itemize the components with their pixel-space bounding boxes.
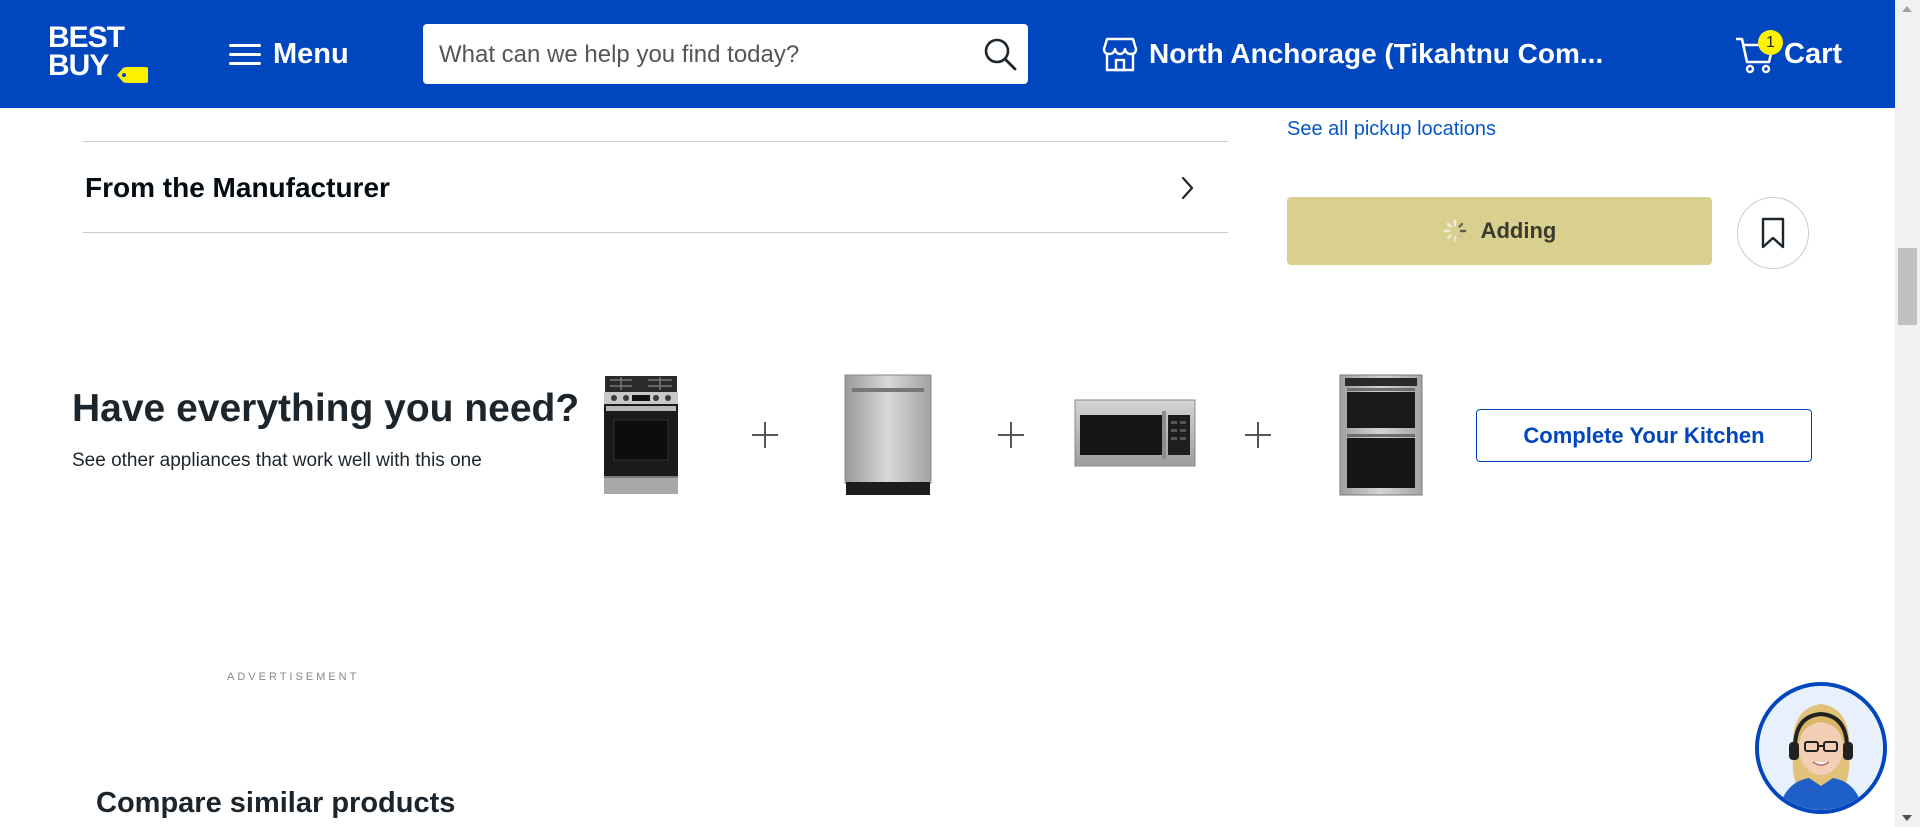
complete-your-kitchen-button[interactable]: Complete Your Kitchen [1476, 409, 1812, 462]
logo-line-1: BEST [48, 21, 125, 54]
save-for-later-button[interactable] [1737, 197, 1809, 269]
chat-assistant-avatar[interactable] [1755, 682, 1887, 814]
add-to-cart-label: Adding [1480, 218, 1557, 243]
best-buy-logo[interactable]: BEST BUY [46, 22, 152, 86]
page-scrollbar[interactable] [1895, 0, 1920, 827]
range-image[interactable] [602, 374, 680, 496]
wall-oven-image[interactable] [1339, 374, 1423, 496]
plus-icon [1245, 422, 1271, 448]
promo-subtitle: See other appliances that work well with… [72, 450, 482, 471]
compare-section-title: Compare similar products [96, 787, 456, 819]
dishwasher-image[interactable] [844, 374, 932, 496]
store-selector[interactable]: North Anchorage (Tikahtnu Com... [1101, 30, 1603, 78]
assistant-portrait-icon [1759, 686, 1883, 810]
bookmark-icon [1761, 217, 1785, 249]
logo-tag-icon [117, 67, 148, 83]
plus-icon [998, 422, 1024, 448]
logo-line-2: BUY [48, 49, 109, 82]
microwave-image[interactable] [1074, 399, 1196, 467]
see-pickup-locations-link[interactable]: See all pickup locations [1287, 118, 1496, 141]
cart-button[interactable]: 1 Cart [1734, 30, 1842, 78]
menu-button[interactable]: Menu [229, 34, 349, 74]
advertisement-label: ADVERTISEMENT [227, 671, 360, 683]
scroll-down-arrow-icon[interactable] [1902, 815, 1912, 821]
store-icon [1102, 37, 1138, 72]
site-header: BEST BUY Menu North Anchorage (Tikahtnu … [0, 0, 1895, 108]
search-icon[interactable] [983, 37, 1017, 71]
cart-label: Cart [1784, 37, 1843, 70]
menu-label: Menu [273, 37, 349, 70]
cart-icon: 1 [1734, 30, 1783, 74]
chevron-right-icon [1181, 176, 1194, 200]
hamburger-icon [229, 42, 261, 66]
cart-count-badge: 1 [1758, 30, 1783, 55]
add-to-cart-button[interactable]: Adding [1287, 197, 1712, 265]
scroll-up-arrow-icon[interactable] [1902, 6, 1912, 12]
plus-icon [752, 422, 778, 448]
search-input[interactable] [437, 34, 961, 76]
accordion-title: From the Manufacturer [85, 172, 390, 203]
scrollbar-thumb[interactable] [1898, 248, 1917, 325]
accordion-from-manufacturer[interactable]: From the Manufacturer [83, 142, 1228, 233]
promo-title: Have everything you need? [72, 387, 580, 430]
accordion-row-partial [83, 108, 1228, 142]
store-name: North Anchorage (Tikahtnu Com... [1149, 38, 1604, 69]
loading-spinner-icon [1443, 219, 1466, 243]
search-bar [423, 24, 1028, 84]
